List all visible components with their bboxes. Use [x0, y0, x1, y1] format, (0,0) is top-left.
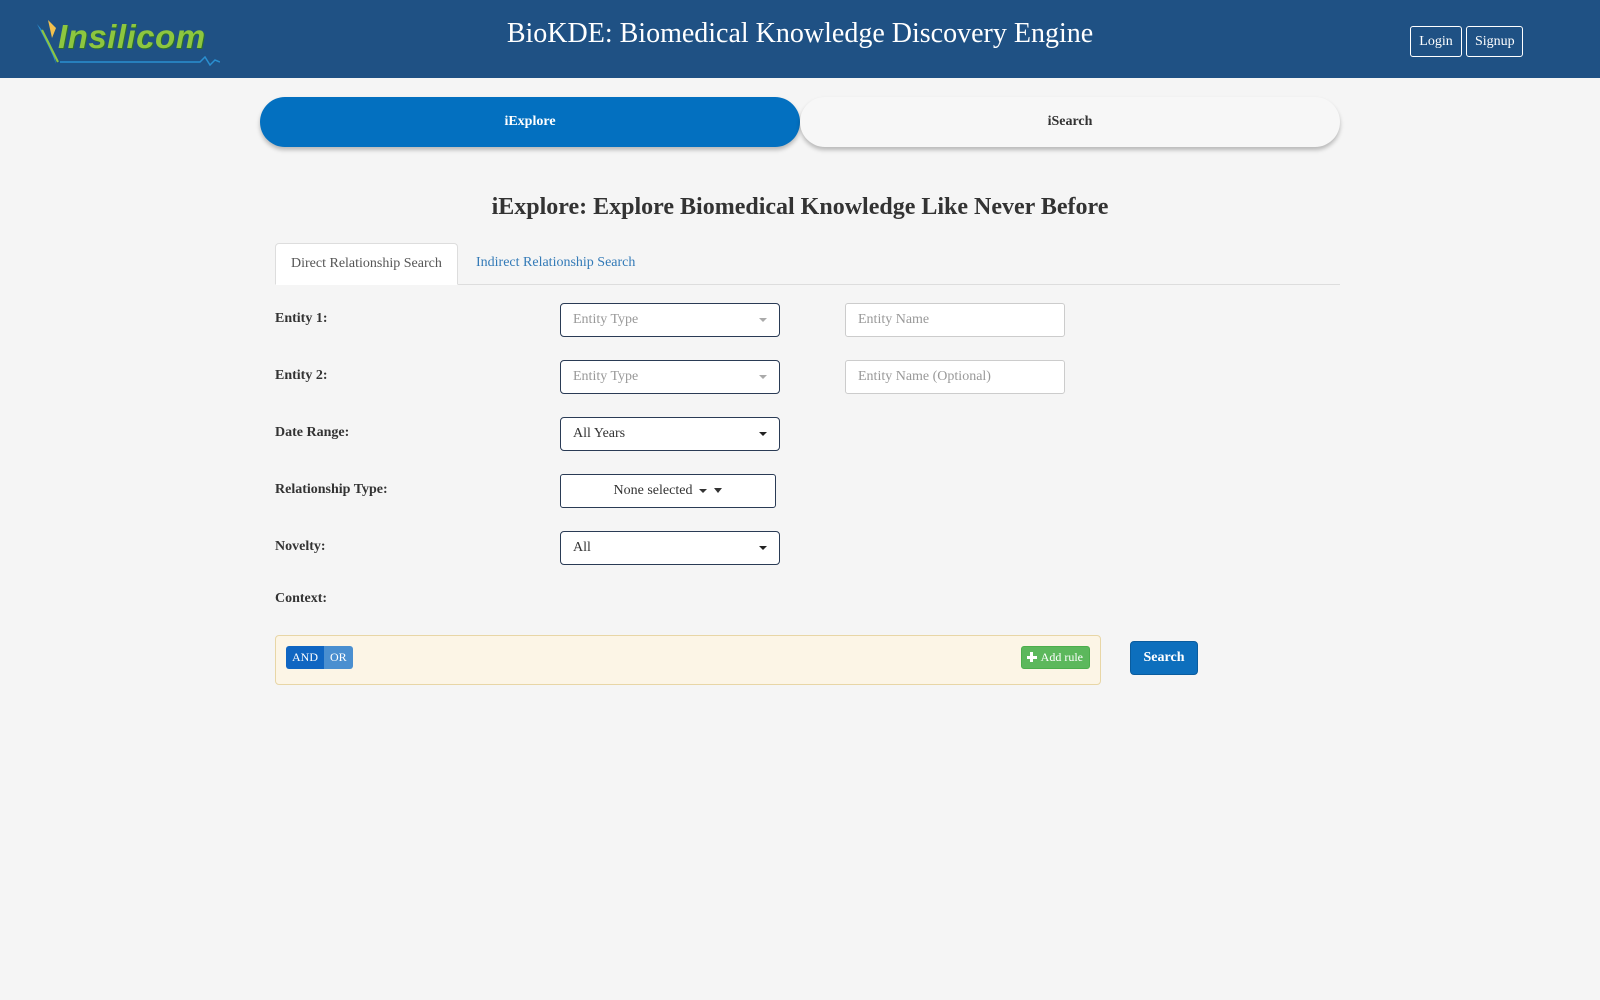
novelty-label: Novelty: [275, 539, 326, 554]
relationship-type-value: None selected [613, 483, 693, 498]
entity1-name-input[interactable] [845, 303, 1065, 337]
entity2-label: Entity 2: [275, 368, 328, 383]
caret-down-icon [698, 488, 707, 493]
top-header: Insilicom BioKDE: Biomedical Knowledge D… [0, 0, 1600, 78]
query-builder-group: AND OR Add rule [275, 635, 1101, 685]
logo-underline [60, 56, 220, 66]
chevron-down-icon [759, 546, 767, 550]
add-rule-label: Add rule [1040, 650, 1083, 664]
entity1-type-select[interactable]: Entity Type [560, 303, 780, 337]
app-title: BioKDE: Biomedical Knowledge Discovery E… [506, 18, 1094, 49]
novelty-select[interactable]: All [560, 531, 780, 565]
login-button[interactable]: Login [1410, 26, 1462, 57]
entity2-name-input[interactable] [845, 360, 1065, 394]
entity1-label: Entity 1: [275, 311, 328, 326]
and-button[interactable]: AND [286, 646, 324, 669]
page-title: iExplore: Explore Biomedical Knowledge L… [491, 194, 1109, 220]
signup-button[interactable]: Signup [1466, 26, 1523, 57]
tab-isearch[interactable]: iSearch [800, 97, 1340, 147]
entity2-type-select[interactable]: Entity Type [560, 360, 780, 394]
tab-iexplore[interactable]: iExplore [260, 97, 800, 147]
date-range-label: Date Range: [275, 425, 350, 440]
entity2-type-placeholder: Entity Type [573, 369, 639, 384]
date-range-value: All Years [573, 426, 626, 441]
context-label: Context: [275, 591, 328, 606]
add-rule-button[interactable]: Add rule [1020, 646, 1090, 669]
chevron-down-icon [714, 488, 723, 494]
search-button[interactable]: Search [1130, 641, 1198, 675]
relationship-type-label: Relationship Type: [275, 482, 388, 497]
chevron-down-icon [759, 375, 767, 379]
chevron-down-icon [759, 318, 767, 322]
logo-text: Insilicom [58, 18, 206, 55]
novelty-value: All [573, 540, 591, 555]
chevron-down-icon [759, 432, 767, 436]
plus-icon [1026, 652, 1037, 662]
tab-indirect-relationship-search[interactable]: Indirect Relationship Search [461, 243, 650, 285]
condition-toggle: AND OR [286, 646, 353, 669]
date-range-select[interactable]: All Years [560, 417, 780, 451]
entity1-type-placeholder: Entity Type [573, 312, 639, 327]
insilicom-logo[interactable]: Insilicom [34, 16, 220, 68]
relationship-type-multiselect[interactable]: None selected [560, 474, 776, 508]
or-button[interactable]: OR [324, 646, 353, 669]
tab-direct-relationship-search[interactable]: Direct Relationship Search [275, 243, 458, 285]
